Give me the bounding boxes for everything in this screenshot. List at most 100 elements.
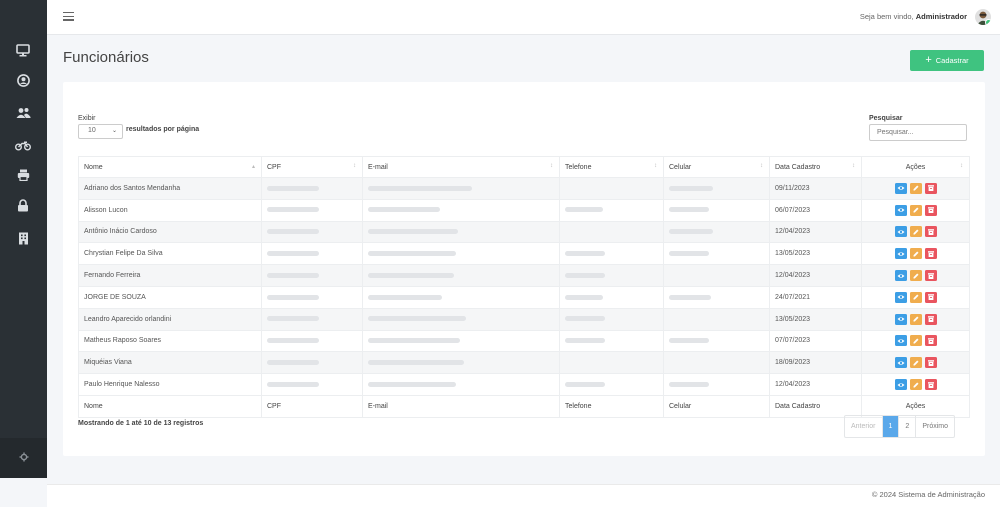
view-button[interactable] bbox=[894, 248, 907, 260]
delete-button[interactable] bbox=[924, 357, 937, 369]
phone-redacted bbox=[565, 272, 605, 278]
sort-icon: ↕ bbox=[852, 163, 855, 169]
column-header[interactable]: Data Cadastro ↕ bbox=[769, 156, 862, 178]
cpf-cell bbox=[261, 198, 363, 222]
edit-button[interactable] bbox=[909, 291, 922, 303]
column-header[interactable]: E-mail ↕ bbox=[362, 156, 560, 178]
page-2-button[interactable]: 2 bbox=[898, 416, 915, 437]
motorcycle-icon[interactable] bbox=[14, 136, 32, 154]
email-redacted bbox=[368, 229, 458, 235]
view-button[interactable] bbox=[894, 182, 907, 194]
registration-date: 07/07/2023 bbox=[769, 329, 862, 353]
view-button[interactable] bbox=[894, 291, 907, 303]
sort-icon: ↕ bbox=[654, 163, 657, 169]
column-header[interactable]: Celular ↕ bbox=[663, 156, 770, 178]
delete-button[interactable] bbox=[924, 226, 937, 238]
edit-button[interactable] bbox=[909, 379, 922, 391]
cpf-redacted bbox=[267, 294, 319, 300]
monitor-icon[interactable] bbox=[14, 41, 32, 59]
registration-date: 13/05/2023 bbox=[769, 242, 862, 266]
sort-icon: ↕ bbox=[353, 163, 356, 169]
search-input[interactable] bbox=[869, 124, 967, 141]
column-header-label: Celular bbox=[669, 163, 692, 171]
email-redacted bbox=[368, 359, 464, 365]
registration-date: 12/04/2023 bbox=[769, 220, 862, 244]
table-row: Fernando Ferreira 12/04/2023 bbox=[78, 264, 970, 287]
cellphone-redacted bbox=[669, 229, 713, 235]
email-cell bbox=[362, 264, 560, 287]
building-icon[interactable] bbox=[14, 229, 32, 247]
view-button[interactable] bbox=[894, 335, 907, 347]
phone-redacted bbox=[565, 316, 605, 322]
page-1-button[interactable]: 1 bbox=[881, 416, 899, 437]
phone-cell bbox=[559, 373, 664, 396]
phone-redacted bbox=[565, 294, 603, 300]
column-header[interactable]: Telefone ↕ bbox=[559, 156, 664, 178]
cpf-cell bbox=[261, 329, 363, 353]
user-circle-icon[interactable] bbox=[14, 71, 32, 89]
delete-button[interactable] bbox=[924, 248, 937, 260]
delete-button[interactable] bbox=[924, 379, 937, 391]
phone-cell bbox=[559, 285, 664, 309]
page-length-select[interactable]: 10 ⌄ bbox=[78, 124, 123, 139]
view-button[interactable] bbox=[894, 357, 907, 369]
edit-button[interactable] bbox=[909, 357, 922, 369]
next-page-button[interactable]: Próximo bbox=[915, 416, 954, 437]
avatar[interactable] bbox=[975, 9, 991, 25]
users-icon[interactable] bbox=[14, 104, 32, 122]
row-actions bbox=[861, 329, 970, 353]
cellphone-redacted bbox=[669, 250, 709, 256]
view-button[interactable] bbox=[894, 204, 907, 216]
cellphone-redacted bbox=[669, 381, 709, 387]
edit-button[interactable] bbox=[909, 226, 922, 238]
delete-button[interactable] bbox=[924, 204, 937, 216]
lock-icon[interactable] bbox=[14, 196, 32, 214]
employees-card: Exibir 10 ⌄ resultados por página Pesqui… bbox=[63, 82, 985, 456]
edit-button[interactable] bbox=[909, 313, 922, 325]
edit-button[interactable] bbox=[909, 335, 922, 347]
delete-button[interactable] bbox=[924, 270, 937, 282]
email-redacted bbox=[368, 207, 440, 213]
edit-button[interactable] bbox=[909, 248, 922, 260]
add-employee-button[interactable]: + Cadastrar bbox=[910, 50, 984, 71]
column-footer: CPF bbox=[261, 394, 363, 418]
settings-area bbox=[0, 438, 47, 478]
edit-button[interactable] bbox=[909, 270, 922, 282]
row-actions bbox=[861, 285, 970, 309]
employee-name: Adriano dos Santos Mendanha bbox=[78, 177, 262, 200]
table-row: Leandro Aparecido orlandini 13/05/2023 bbox=[78, 307, 970, 331]
sort-icon: ▴ bbox=[251, 164, 255, 170]
cpf-cell bbox=[261, 177, 363, 200]
edit-button[interactable] bbox=[909, 204, 922, 216]
delete-button[interactable] bbox=[924, 313, 937, 325]
column-header[interactable]: Ações ↕ bbox=[861, 156, 970, 178]
column-header[interactable]: CPF ↕ bbox=[261, 156, 363, 178]
view-button[interactable] bbox=[894, 313, 907, 325]
row-actions bbox=[861, 307, 970, 331]
view-button[interactable] bbox=[894, 226, 907, 238]
sort-icon: ↕ bbox=[760, 163, 763, 169]
cellphone-cell bbox=[663, 198, 770, 222]
cpf-redacted bbox=[267, 272, 319, 278]
edit-button[interactable] bbox=[909, 182, 922, 194]
column-footer: Ações bbox=[861, 394, 970, 418]
email-redacted bbox=[368, 316, 466, 322]
view-button[interactable] bbox=[894, 270, 907, 282]
delete-button[interactable] bbox=[924, 182, 937, 194]
gear-icon[interactable] bbox=[19, 452, 29, 464]
row-actions bbox=[861, 198, 970, 222]
length-suffix: resultados por página bbox=[126, 126, 200, 133]
user-name[interactable]: Administrador bbox=[916, 12, 967, 21]
delete-button[interactable] bbox=[924, 291, 937, 303]
column-header-label: Ações bbox=[905, 163, 926, 171]
cpf-cell bbox=[261, 285, 363, 309]
column-header[interactable]: Nome ▴ bbox=[78, 156, 262, 178]
cpf-redacted bbox=[267, 207, 319, 213]
email-cell bbox=[362, 285, 560, 309]
previous-page-button[interactable]: Anterior bbox=[845, 416, 882, 437]
view-button[interactable] bbox=[894, 379, 907, 391]
delete-button[interactable] bbox=[924, 335, 937, 347]
table-row: Antônio Inácio Cardoso 12/04/2023 bbox=[78, 220, 970, 244]
printer-icon[interactable] bbox=[14, 166, 32, 184]
menu-toggle-icon[interactable] bbox=[63, 12, 74, 21]
